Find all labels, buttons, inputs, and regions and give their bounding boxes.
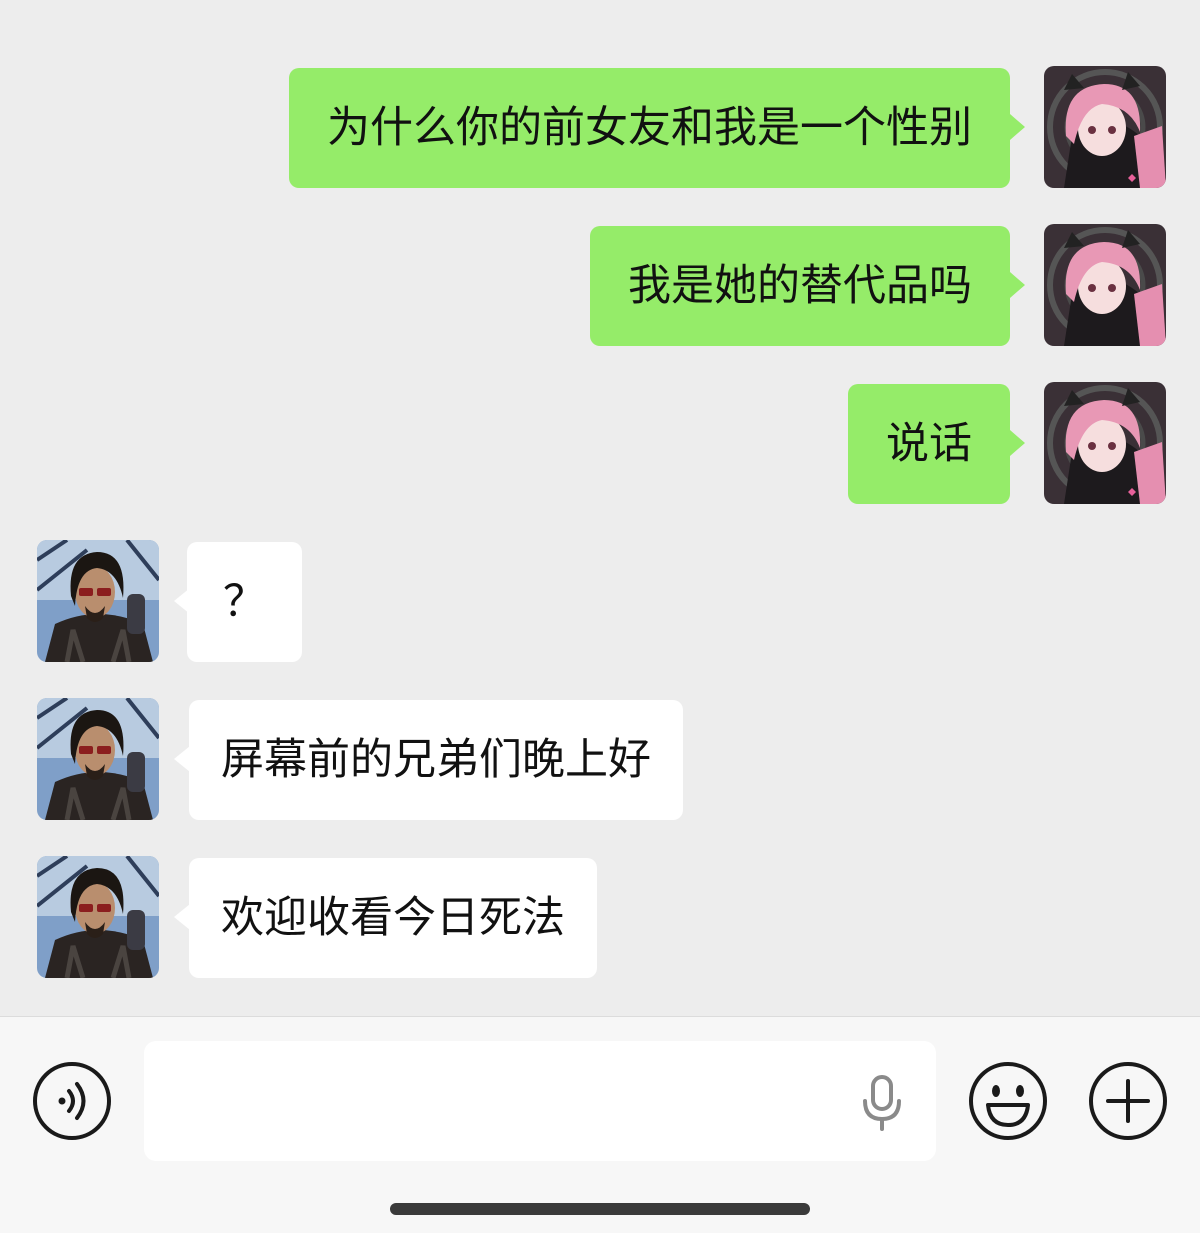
bubble-tail (1010, 430, 1025, 456)
bubble-tail (1010, 114, 1025, 140)
plus-icon[interactable] (1088, 1061, 1168, 1141)
microphone-icon[interactable] (860, 1075, 904, 1131)
home-indicator[interactable] (390, 1203, 810, 1215)
voice-mode-icon[interactable] (32, 1061, 112, 1141)
message-bubble-received[interactable]: 屏幕前的兄弟们晚上好 (189, 700, 683, 820)
avatar-self[interactable] (1044, 66, 1166, 188)
message-row: 我是她的替代品吗 (0, 224, 1200, 348)
message-bubble-sent[interactable]: 我是她的替代品吗 (590, 226, 1010, 346)
message-row: 屏幕前的兄弟们晚上好 (0, 698, 1200, 822)
bubble-tail (174, 904, 190, 930)
emoji-icon[interactable] (968, 1061, 1048, 1141)
message-row: 为什么你的前女友和我是一个性别 (0, 66, 1200, 190)
message-bubble-received[interactable]: ？ (187, 542, 302, 662)
bubble-tail (174, 746, 190, 772)
message-row: 欢迎收看今日死法 (0, 856, 1200, 980)
message-bubble-sent[interactable]: 为什么你的前女友和我是一个性别 (289, 68, 1010, 188)
message-bubble-received[interactable]: 欢迎收看今日死法 (189, 858, 597, 978)
message-input[interactable] (164, 1041, 848, 1163)
input-bar (0, 1016, 1200, 1233)
bubble-tail (1010, 272, 1025, 298)
avatar-self[interactable] (1044, 224, 1166, 346)
message-input-field[interactable] (144, 1041, 936, 1163)
avatar-contact[interactable] (37, 856, 159, 978)
chat-message-list[interactable]: 为什么你的前女友和我是一个性别 我是她的替代品吗 说话 ？ 屏幕前的兄弟们晚上好… (0, 0, 1200, 1016)
avatar-self[interactable] (1044, 382, 1166, 504)
message-bubble-sent[interactable]: 说话 (848, 384, 1010, 504)
message-row: 说话 (0, 382, 1200, 506)
avatar-contact[interactable] (37, 698, 159, 820)
message-row: ？ (0, 540, 1200, 664)
avatar-contact[interactable] (37, 540, 159, 662)
